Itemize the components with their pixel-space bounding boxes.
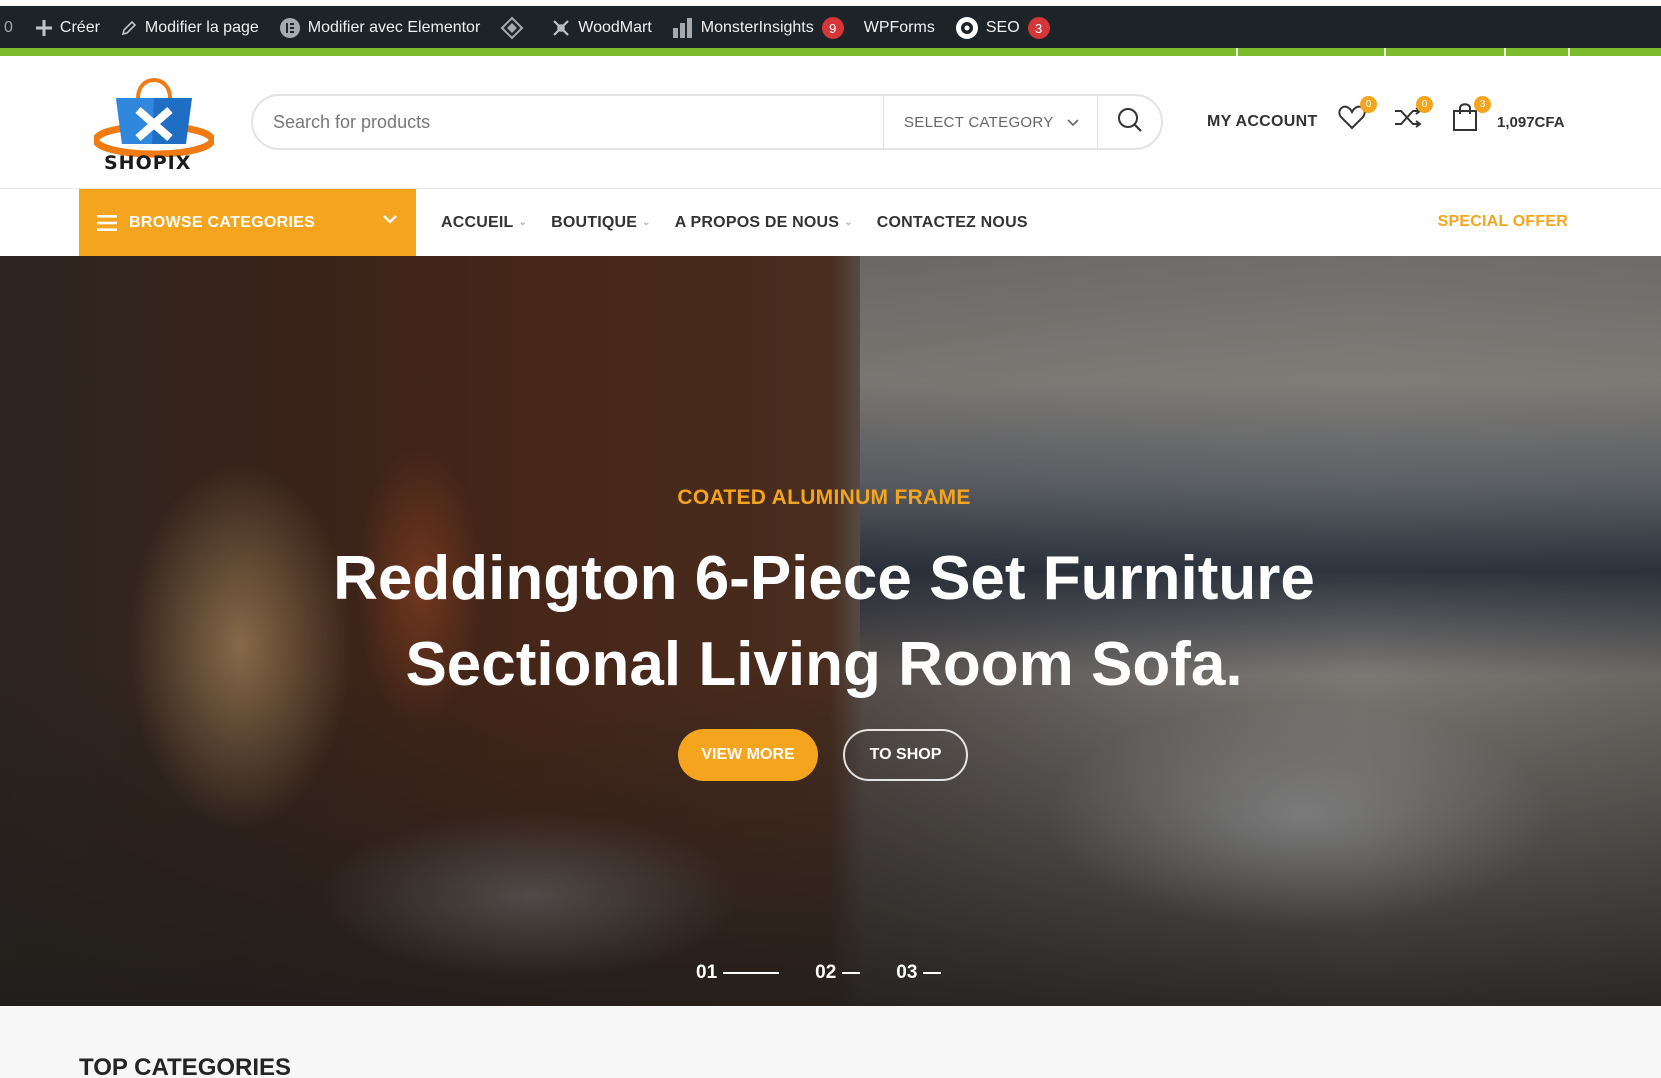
slide-dot-3[interactable]: 03	[896, 962, 942, 984]
menu-item-label: ACCUEIL	[441, 213, 514, 231]
hero-title-line-2: Sectional Living Room Sofa.	[405, 630, 1243, 699]
seo-badge: 3	[1027, 17, 1050, 39]
admin-green-strip	[0, 48, 1661, 56]
to-shop-button[interactable]: TO SHOP	[843, 729, 968, 781]
search-button[interactable]	[1097, 96, 1161, 148]
admin-edit-page-label: Modifier la page	[144, 19, 259, 36]
slider-pagination: 01 02 03	[696, 962, 977, 984]
admin-seo-label: SEO	[985, 19, 1020, 36]
compare-button[interactable]: 0	[1393, 96, 1433, 136]
monsterinsights-badge: 9	[821, 17, 844, 39]
admin-seo[interactable]: SEO 3	[945, 6, 1060, 50]
category-select[interactable]: SELECT CATEGORY	[883, 96, 1097, 148]
wp-admin-bar: 0 Créer Modifier la page Modifier avec E…	[0, 6, 1661, 50]
slide-indicator-bar	[923, 972, 942, 974]
chevron-down-icon: ⌄	[518, 217, 528, 228]
chevron-down-icon	[1067, 114, 1079, 131]
heart-icon	[1337, 105, 1367, 136]
slide-indicator-bar	[842, 972, 861, 974]
site-header: SHOPIX SELECT CATEGORY MY ACCOUNT 0 0	[0, 56, 1661, 189]
admin-edit-page[interactable]: Modifier la page	[110, 6, 269, 50]
menu-item-label: A PROPOS DE NOUS	[674, 213, 840, 231]
section-title: TOP CATEGORIES	[79, 1054, 292, 1078]
chevron-down-icon: ⌄	[844, 217, 853, 228]
admin-edit-elementor-label: Modifier avec Elementor	[307, 19, 481, 36]
admin-create-label: Créer	[59, 19, 100, 36]
chevron-down-icon	[382, 211, 398, 229]
my-account-link[interactable]: MY ACCOUNT	[1207, 94, 1318, 150]
main-navbar: BROWSE CATEGORIES ACCUEIL ⌄ BOUTIQUE ⌄ A…	[0, 189, 1661, 256]
wishlist-count-badge: 0	[1360, 96, 1377, 113]
hero-slider: COATED ALUMINUM FRAME Reddington 6-Piece…	[0, 256, 1661, 1006]
diamond-icon	[500, 16, 524, 40]
admin-diamond-menu[interactable]	[490, 6, 541, 50]
admin-wpforms[interactable]: WPForms	[854, 6, 945, 50]
wishlist-button[interactable]: 0	[1337, 96, 1377, 136]
bar-chart-icon	[672, 18, 694, 38]
browse-categories-label: BROWSE CATEGORIES	[129, 213, 316, 231]
search-bar: SELECT CATEGORY	[251, 94, 1163, 150]
admin-bar-counter[interactable]: 0	[0, 6, 25, 50]
admin-monsterinsights-label: MonsterInsights	[700, 19, 814, 36]
browse-categories-button[interactable]: BROWSE CATEGORIES	[79, 189, 416, 256]
hero-buttons: VIEW MORE TO SHOP	[678, 729, 968, 781]
plus-icon	[35, 19, 53, 37]
hero-title: Reddington 6-Piece Set Furniture Section…	[0, 536, 1648, 708]
menu-item-label: BOUTIQUE	[551, 213, 638, 231]
admin-woodmart[interactable]: WoodMart	[541, 6, 662, 50]
menu-item-accueil[interactable]: ACCUEIL ⌄	[441, 214, 527, 232]
slide-number: 02	[815, 962, 837, 983]
chevron-down-icon: ⌄	[642, 217, 651, 228]
menu-item-boutique[interactable]: BOUTIQUE ⌄	[551, 214, 651, 232]
hero-title-line-1: Reddington 6-Piece Set Furniture	[333, 544, 1315, 613]
slide-dot-2[interactable]: 02	[815, 962, 861, 984]
shopping-bag-icon	[1451, 103, 1479, 136]
admin-woodmart-label: WoodMart	[578, 19, 652, 36]
admin-create-menu[interactable]: Créer	[25, 6, 110, 50]
cart-button[interactable]: 3	[1451, 96, 1491, 136]
view-more-button[interactable]: VIEW MORE	[678, 729, 818, 781]
shuffle-icon	[1393, 107, 1423, 136]
admin-monsterinsights[interactable]: MonsterInsights 9	[662, 6, 854, 50]
category-select-label: SELECT CATEGORY	[904, 113, 1054, 131]
slide-dot-1[interactable]: 01	[696, 962, 780, 984]
hamburger-icon	[97, 214, 117, 231]
cart-total[interactable]: 1,097CFA	[1497, 114, 1565, 131]
main-menu: ACCUEIL ⌄ BOUTIQUE ⌄ A PROPOS DE NOUS ⌄ …	[441, 189, 1052, 256]
admin-edit-elementor[interactable]: Modifier avec Elementor	[269, 6, 491, 50]
menu-item-label: CONTACTEZ NOUS	[876, 213, 1028, 231]
pencil-icon	[120, 19, 138, 37]
special-offer-link[interactable]: SPECIAL OFFER	[1438, 213, 1568, 231]
hero-subtitle: COATED ALUMINUM FRAME	[677, 486, 971, 509]
menu-item-a-propos[interactable]: A PROPOS DE NOUS ⌄	[675, 214, 853, 232]
search-icon	[1117, 107, 1143, 138]
logo-text: SHOPIX	[104, 152, 192, 174]
seo-gear-icon	[955, 16, 979, 40]
slide-number: 03	[896, 962, 918, 983]
menu-item-contact[interactable]: CONTACTEZ NOUS	[877, 214, 1028, 232]
admin-wpforms-label: WPForms	[863, 19, 935, 36]
cart-count-badge: 3	[1474, 96, 1491, 113]
elementor-icon	[279, 17, 301, 39]
woodmart-icon	[551, 18, 571, 38]
slide-indicator-bar	[723, 972, 780, 974]
compare-count-badge: 0	[1416, 96, 1433, 113]
search-input[interactable]	[253, 96, 883, 148]
slide-number: 01	[696, 962, 718, 983]
